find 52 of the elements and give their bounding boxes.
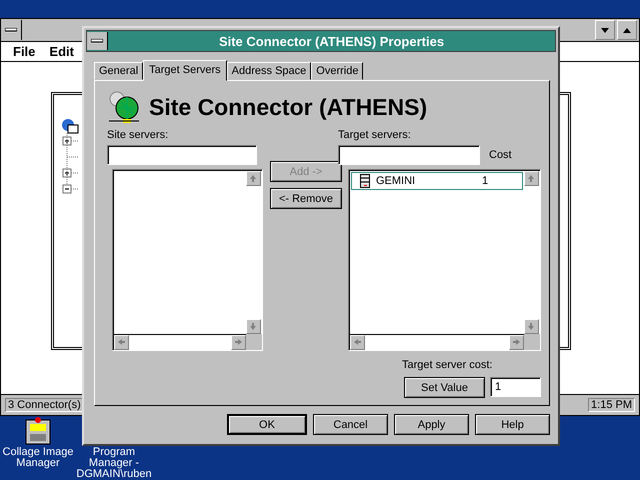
left-arrow-icon bbox=[117, 338, 126, 347]
system-menu-button[interactable] bbox=[87, 32, 108, 50]
maximize-button[interactable] bbox=[617, 20, 637, 40]
heading: Site Connector (ATHENS) bbox=[149, 94, 428, 120]
dialog-button[interactable]: OK bbox=[227, 414, 307, 435]
scroll-up-button[interactable] bbox=[524, 171, 539, 186]
scroll-up-button[interactable] bbox=[246, 171, 261, 186]
field-label: Target server cost: bbox=[402, 359, 492, 373]
dialog-button[interactable]: Cancel bbox=[313, 414, 388, 435]
down-arrow-icon bbox=[249, 322, 258, 331]
input-field[interactable]: 1 bbox=[490, 377, 541, 397]
minimize-button[interactable] bbox=[595, 20, 615, 40]
remove-button[interactable]: <- Remove bbox=[270, 188, 342, 209]
menu-item[interactable]: File bbox=[13, 44, 36, 59]
scroll-left-button[interactable] bbox=[350, 335, 365, 350]
menu-item[interactable]: Edit bbox=[49, 44, 74, 59]
scroll-left-button[interactable] bbox=[114, 335, 129, 350]
list-row[interactable]: GEMINI 1 bbox=[351, 172, 523, 190]
up-arrow-icon bbox=[249, 174, 258, 183]
tab[interactable]: General bbox=[94, 62, 144, 80]
set-value-button[interactable]: Set Value bbox=[404, 377, 485, 398]
dash-icon bbox=[5, 28, 17, 32]
server-icon bbox=[360, 174, 370, 188]
desktop-icon-label[interactable]: Collage Image Manager bbox=[0, 447, 76, 469]
list-box[interactable] bbox=[112, 169, 263, 351]
left-arrow-icon bbox=[353, 338, 362, 347]
field-label: Site servers: bbox=[107, 129, 170, 143]
list-box[interactable]: GEMINI 1 bbox=[348, 169, 541, 351]
tab[interactable]: Override bbox=[311, 62, 364, 80]
input-field[interactable] bbox=[107, 145, 257, 165]
up-arrow-icon bbox=[527, 174, 536, 183]
dialog-button[interactable]: Help bbox=[475, 414, 550, 435]
scroll-right-button[interactable] bbox=[509, 335, 524, 350]
field-label: Target servers: bbox=[338, 129, 412, 143]
scroll-right-button[interactable] bbox=[231, 335, 246, 350]
down-arrow-icon bbox=[527, 322, 536, 331]
up-triangle-icon bbox=[623, 28, 631, 32]
input-field[interactable] bbox=[338, 145, 480, 165]
down-triangle-icon bbox=[601, 28, 609, 32]
scroll-down-button[interactable] bbox=[524, 319, 539, 334]
tab[interactable]: Target Servers bbox=[143, 60, 227, 81]
scroll-down-button[interactable] bbox=[246, 319, 261, 334]
desktop-icon-label[interactable]: Program Manager - DGMAIN\ruben bbox=[76, 447, 152, 480]
column-header: Cost bbox=[489, 149, 512, 163]
globe-icon bbox=[107, 90, 141, 124]
tab[interactable]: Address Space bbox=[226, 62, 312, 80]
status-clock: 1:15 PM bbox=[588, 398, 635, 412]
right-arrow-icon bbox=[234, 338, 243, 347]
dialog-title: Site Connector (ATHENS) Properties bbox=[218, 34, 446, 48]
dialog-button[interactable]: Apply bbox=[394, 414, 469, 435]
right-arrow-icon bbox=[512, 338, 521, 347]
dash-icon bbox=[91, 39, 103, 43]
